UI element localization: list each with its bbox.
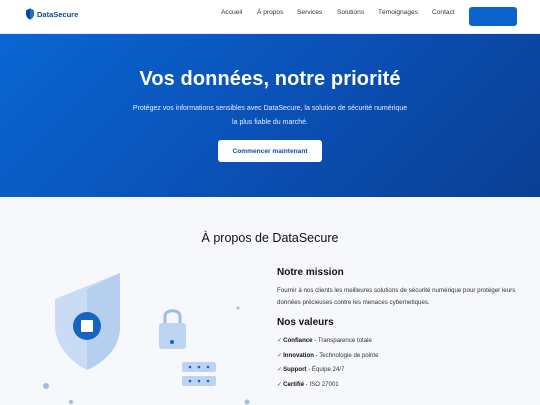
nav-link-contact[interactable]: Contact <box>432 9 455 16</box>
padlock-icon <box>159 309 186 349</box>
hero-title: Vos données, notre priorité <box>139 68 401 90</box>
list-item: ✓Certifié - ISO 27001 <box>277 378 379 393</box>
nav-link-solutions[interactable]: Solutions <box>337 9 364 16</box>
header-cta-button[interactable] <box>469 7 517 26</box>
nav-link-temoignages[interactable]: Témoignages <box>378 9 418 16</box>
value-name: Support <box>283 366 307 373</box>
security-illustration <box>43 273 250 405</box>
check-icon: ✓ <box>277 351 283 359</box>
mission-title: Notre mission <box>277 267 344 278</box>
value-desc: - Transparence totale <box>312 337 372 344</box>
value-name: Certifié <box>283 380 305 388</box>
values-list: ✓Confiance - Transparence totale ✓Innova… <box>277 334 379 392</box>
brand-name: DataSecure <box>37 9 79 19</box>
check-icon: ✓ <box>277 380 283 388</box>
value-name: Innovation <box>283 351 314 359</box>
list-item: ✓Support - Équipe 24/7 <box>277 363 379 378</box>
check-icon: ✓ <box>277 366 283 373</box>
server-rack-icon <box>182 362 216 386</box>
about-section: À propos de DataSecure Notre mission Fou… <box>0 197 540 405</box>
value-desc: - Technologie de pointe <box>313 351 379 359</box>
value-name: Confiance <box>283 337 313 344</box>
hero-subtitle: Protégez vos informations sensibles avec… <box>132 105 408 126</box>
shield-logo-icon <box>26 8 34 20</box>
nav-link-services[interactable]: Services <box>297 9 322 16</box>
list-item: ✓Confiance - Transparence totale <box>277 334 379 349</box>
start-now-button[interactable]: Commencer maintenant <box>218 140 322 162</box>
hero-section: Vos données, notre priorité Protégez vos… <box>0 34 540 197</box>
site-header: DataSecure Accueil À propos Services Sol… <box>0 0 540 34</box>
brand-logo[interactable]: DataSecure <box>26 8 78 20</box>
mission-text: Fournir à nos clients les meilleures sol… <box>277 287 516 306</box>
nav-link-accueil[interactable]: Accueil <box>221 9 242 16</box>
value-desc: - Équipe 24/7 <box>306 366 345 373</box>
shield-illustration <box>55 273 120 370</box>
nav-link-a-propos[interactable]: À propos <box>257 9 283 16</box>
values-title: Nos valeurs <box>277 317 334 328</box>
list-item: ✓Innovation - Technologie de pointe <box>277 349 379 364</box>
check-icon: ✓ <box>277 337 283 344</box>
value-desc: - ISO 27001 <box>304 380 339 388</box>
